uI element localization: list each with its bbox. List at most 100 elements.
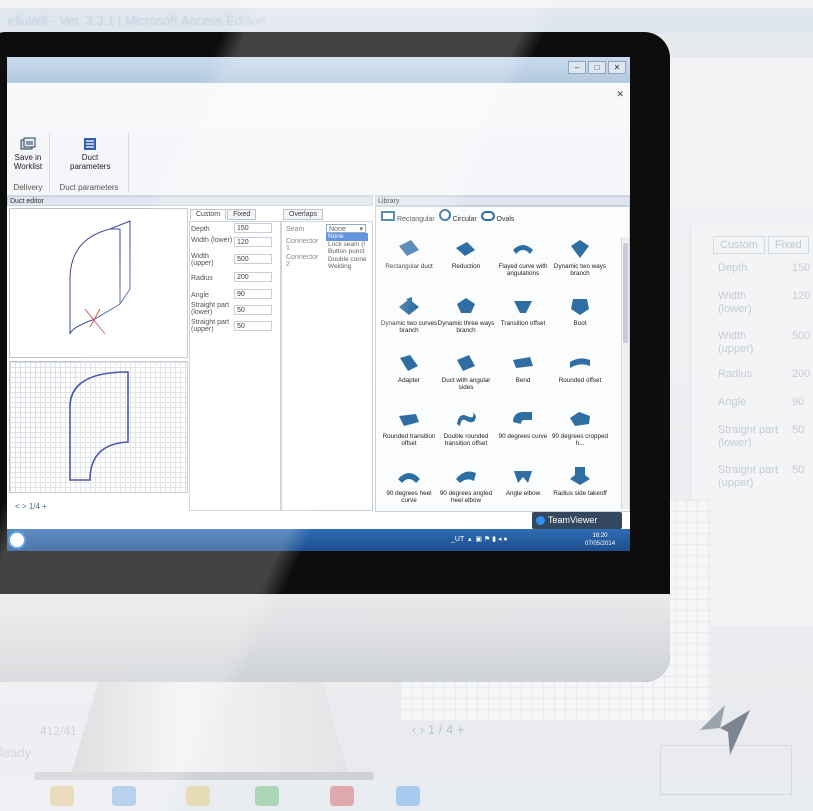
dropdown-option[interactable]: Lock seam (l xyxy=(326,241,368,249)
param-label: Radius xyxy=(191,275,213,282)
start-button[interactable] xyxy=(8,531,26,549)
page-indicator: 1/4 xyxy=(28,502,40,511)
duct-shape-icon xyxy=(571,240,589,258)
library-item[interactable]: Dynamic three ways branch xyxy=(437,295,495,334)
taskbar: _UT ▴ ▣ ⚑ ▮ ◂ ● 16:20 07/05/2014 xyxy=(7,529,630,551)
param-straight-upper-input[interactable]: 50 xyxy=(234,321,272,331)
library-item-label: Dynamic three ways branch xyxy=(437,320,495,334)
background-params: Depth 150 Width (lower) 120 Width (upper) 5… xyxy=(718,262,810,492)
background-param-label: Radius xyxy=(718,368,753,380)
save-in-worklist-label: Save in Worklist xyxy=(13,153,43,171)
background-task-icon xyxy=(396,786,420,806)
library-tabs: Rectangular Circular Ovals xyxy=(381,209,514,223)
monitor-stand xyxy=(70,682,350,778)
library-scrollbar[interactable] xyxy=(621,237,629,509)
ribbon: Save in Worklist Delivery Duct parameter… xyxy=(7,131,630,196)
add-page-button[interactable]: + xyxy=(42,502,47,511)
background-param-value: 50 xyxy=(792,464,805,476)
library-item[interactable]: Reduction xyxy=(437,238,495,270)
teamviewer-badge[interactable]: TeamViewer xyxy=(532,512,622,529)
rectangle-icon xyxy=(381,211,395,221)
library-item-label: Rounded transition offset xyxy=(382,433,436,447)
param-label: Width (upper) xyxy=(191,253,214,267)
library-item[interactable]: Duct with angular sides xyxy=(437,352,495,391)
prev-page-button[interactable]: < xyxy=(15,502,20,511)
param-radius-input[interactable]: 200 xyxy=(234,272,272,282)
library-item[interactable]: Rounded transition offset xyxy=(380,408,438,447)
background-task-icon xyxy=(50,786,74,806)
tab-fixed[interactable]: Fixed xyxy=(227,209,257,220)
window-title-bar: – □ ✕ xyxy=(7,57,630,83)
library-item[interactable]: Dynamic two curves branch xyxy=(380,295,438,334)
background-window-title: ellula® - Ver. 3.3.1 | Microsoft Access … xyxy=(0,8,813,34)
maximize-icon[interactable]: □ xyxy=(588,61,606,74)
library-item[interactable]: Transition offset xyxy=(494,295,552,327)
scrollbar-thumb[interactable] xyxy=(623,243,628,343)
next-page-button[interactable]: > xyxy=(22,502,27,511)
library-item[interactable]: 90 degrees heel curve xyxy=(380,465,438,504)
seam-dropdown[interactable]: None ▾ xyxy=(326,224,366,233)
param-angle-input[interactable]: 90 xyxy=(234,289,272,299)
seam-label: Seam xyxy=(286,226,305,233)
library-item[interactable]: Boot xyxy=(551,295,609,327)
background-param-label: Width (lower) xyxy=(718,290,752,315)
library-item[interactable]: Dynamic two ways branch xyxy=(551,238,609,277)
param-straight-lower-input[interactable]: 50 xyxy=(234,305,272,315)
dropdown-option[interactable]: Button punct xyxy=(326,248,368,256)
background-tabs: Custom Fixed xyxy=(713,236,812,254)
library-item[interactable]: Rounded offset xyxy=(551,352,609,384)
library-item[interactable]: 90 degrees cropped h... xyxy=(551,408,609,447)
library-item-label: Adapter xyxy=(397,377,421,384)
library-item[interactable]: 90 degrees angled heel elbow xyxy=(437,465,495,504)
tab-ovals[interactable]: Ovals xyxy=(480,211,514,223)
monitor-chin xyxy=(0,594,670,682)
3d-preview[interactable] xyxy=(9,208,188,358)
param-depth-input[interactable]: 150 xyxy=(234,223,272,233)
duct-3d-drawing xyxy=(69,220,131,335)
tab-circular[interactable]: Circular xyxy=(438,209,477,223)
dropdown-option[interactable]: Welding xyxy=(326,263,368,271)
duct-shape-icon xyxy=(513,357,533,368)
background-param-value: 90 xyxy=(792,396,805,408)
duct-shape-icon xyxy=(570,358,590,368)
duct-shape-icon xyxy=(571,299,589,315)
library-item[interactable]: Double rounded transition offset xyxy=(437,408,495,447)
library-item-label: Radius side takeoff xyxy=(553,490,607,497)
monitor-stand-base xyxy=(34,772,374,780)
library-item[interactable]: Angle elbow xyxy=(494,465,552,497)
library-item[interactable]: 90 degrees curve xyxy=(494,408,552,440)
param-width-lower-input[interactable]: 120 xyxy=(234,237,272,247)
duct-shape-icon xyxy=(398,473,420,483)
library-item[interactable]: Adapter xyxy=(380,352,438,384)
dropdown-option[interactable]: Double corne xyxy=(326,256,368,264)
library-item[interactable]: Flayed curve with angulations xyxy=(494,238,552,277)
library-item-label: 90 degrees cropped h... xyxy=(551,433,608,447)
clock[interactable]: 16:20 07/05/2014 xyxy=(585,532,615,548)
monitor-screen: – □ ✕ ✕ Save in Worklist Delivery Duct p… xyxy=(7,57,630,551)
minimize-icon[interactable]: – xyxy=(568,61,586,74)
duct-editor-header: Duct editor xyxy=(7,196,373,206)
param-width-upper-input[interactable]: 500 xyxy=(234,254,272,264)
2d-plan-view[interactable] xyxy=(9,361,188,493)
save-in-worklist-button[interactable]: Save in Worklist xyxy=(9,137,47,171)
background-param-label: Straight part (upper) xyxy=(718,464,778,489)
param-label: Depth xyxy=(191,226,210,233)
tab-custom[interactable]: Custom xyxy=(190,209,227,220)
duct-shape-icon xyxy=(399,414,419,426)
duct-shape-icon xyxy=(457,355,475,371)
duct-shape-icon xyxy=(457,298,475,313)
background-pager-text: 1 / 4 xyxy=(427,722,454,737)
background-param-value: 50 xyxy=(792,424,805,436)
library-item[interactable]: Radius side takeoff xyxy=(551,465,609,497)
close-icon[interactable]: ✕ xyxy=(608,61,626,74)
library-item[interactable]: Rectangular duct xyxy=(380,238,438,270)
duct-parameters-button[interactable]: Duct parameters xyxy=(70,137,110,171)
duct-parameters-label: Duct parameters xyxy=(70,153,111,171)
tab-overlaps[interactable]: Overlaps xyxy=(283,209,324,220)
library-title: Library xyxy=(378,198,400,205)
library-item[interactable]: Bend xyxy=(494,352,552,384)
dropdown-option[interactable]: None xyxy=(326,233,368,241)
duct-shape-icon xyxy=(514,471,532,483)
inner-close-icon[interactable]: ✕ xyxy=(616,89,624,100)
tab-rectangular[interactable]: Rectangular xyxy=(381,211,435,223)
